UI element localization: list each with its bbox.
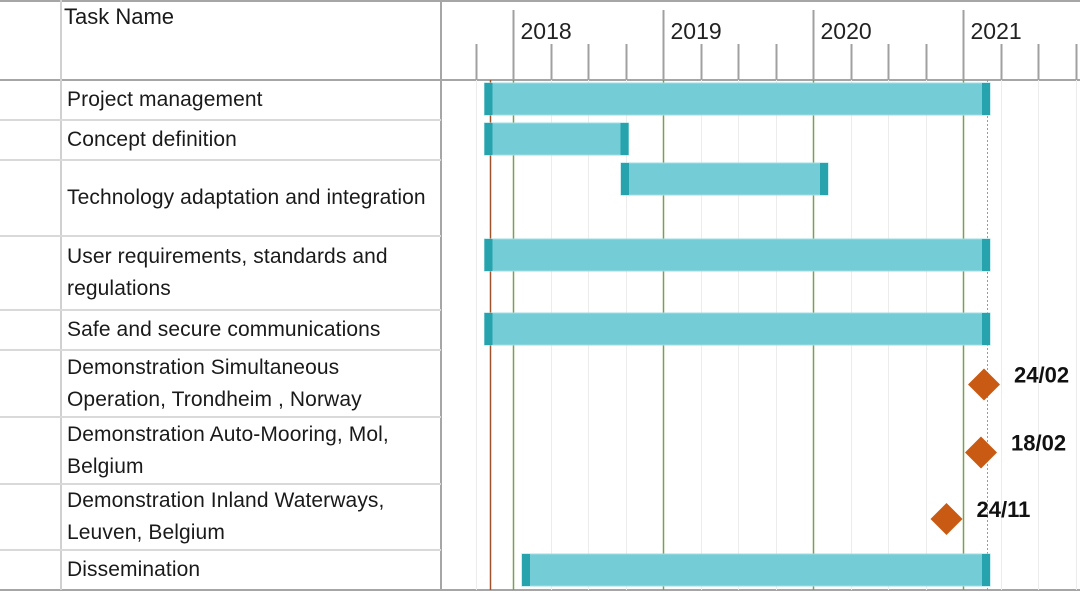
task-bar-end-handle[interactable]	[820, 163, 828, 195]
task-bar[interactable]	[620, 162, 829, 196]
milestone-diamond[interactable]	[930, 503, 963, 535]
milestone-diamond[interactable]	[965, 436, 997, 469]
task-bar-end-handle[interactable]	[620, 123, 629, 155]
gantt-view: Task Name Project management Concept defi…	[0, 0, 1080, 608]
gantt-chart: 2018 2019 2020 2021 24/02 18/02 24/11	[0, 0, 1080, 591]
task-bar-start-handle[interactable]	[484, 123, 493, 155]
task-bar[interactable]	[484, 122, 629, 156]
milestone-date-label: 24/02	[1014, 363, 1069, 388]
milestone-date-label: 18/02	[1011, 431, 1066, 456]
task-bar-end-handle[interactable]	[982, 313, 990, 345]
task-bar[interactable]	[484, 82, 991, 116]
task-bar[interactable]	[484, 312, 991, 346]
task-bar-end-handle[interactable]	[982, 83, 990, 115]
task-bar[interactable]	[484, 238, 991, 272]
task-bar-end-handle[interactable]	[982, 554, 990, 586]
year-label-2020: 2020	[821, 18, 872, 44]
task-bar-start-handle[interactable]	[484, 83, 493, 115]
year-label-2018: 2018	[521, 18, 572, 44]
task-bar-start-handle[interactable]	[522, 554, 530, 586]
task-bar-start-handle[interactable]	[484, 239, 493, 271]
task-bar-start-handle[interactable]	[484, 313, 493, 345]
year-label-2019: 2019	[671, 18, 722, 44]
task-bar[interactable]	[521, 553, 991, 587]
milestone-diamond[interactable]	[968, 368, 1000, 401]
task-bar-end-handle[interactable]	[982, 239, 990, 271]
task-bar-start-handle[interactable]	[621, 163, 629, 195]
year-label-2021: 2021	[971, 18, 1022, 44]
milestone-date-label: 24/11	[977, 497, 1031, 522]
